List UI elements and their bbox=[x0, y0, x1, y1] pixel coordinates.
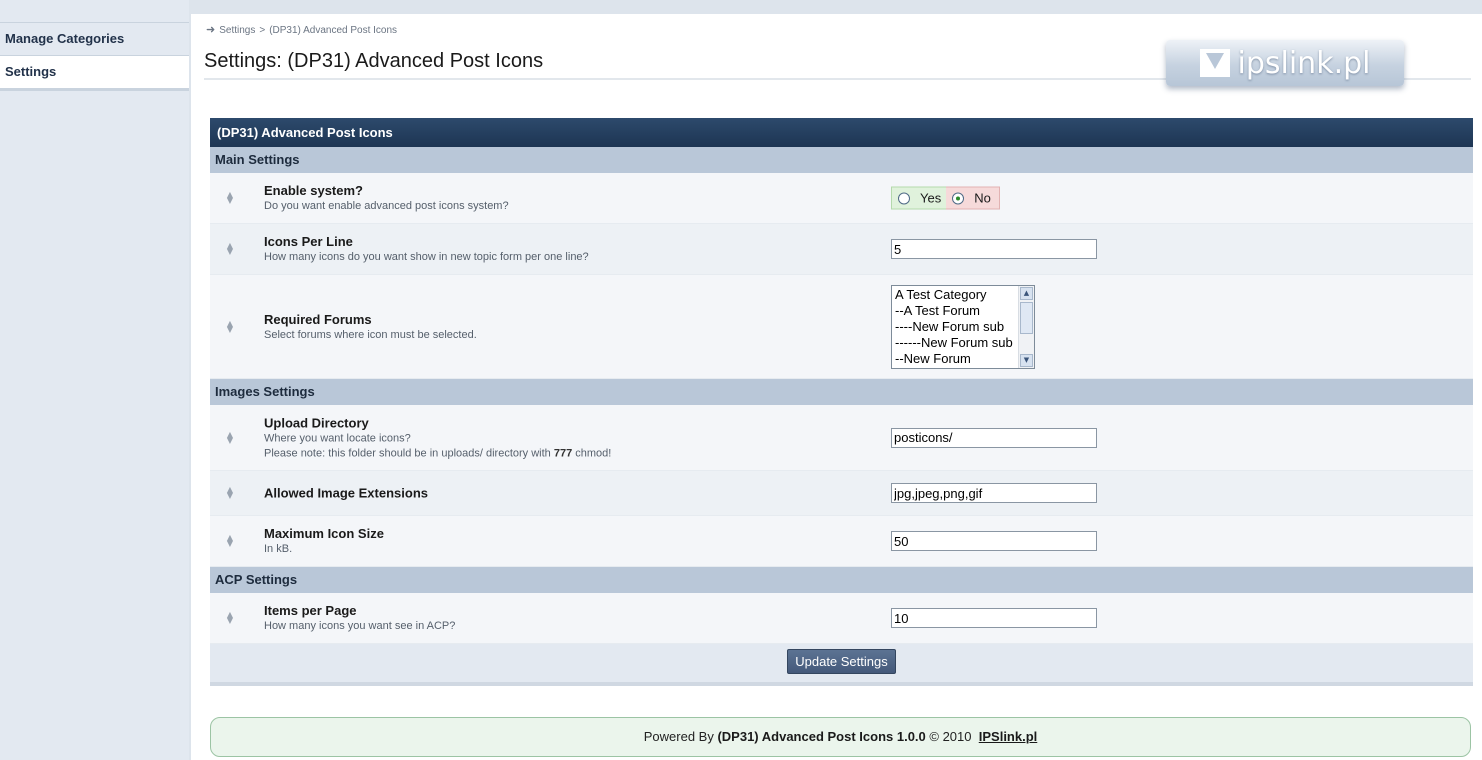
listbox-scrollbar[interactable]: ▲ ▼ bbox=[1018, 285, 1034, 368]
setting-title: Icons Per Line bbox=[264, 234, 353, 249]
powered-by-footer: Powered By (DP31) Advanced Post Icons 1.… bbox=[210, 717, 1471, 757]
copyright: © 2010 bbox=[929, 729, 972, 744]
yes-label: Yes bbox=[920, 190, 942, 206]
setting-label: Allowed Image Extensions bbox=[264, 486, 428, 501]
setting-description: How many icons do you want show in new t… bbox=[264, 251, 589, 263]
setting-row-items-per-page: ▲ ▼ Items per Page How many icons you wan… bbox=[210, 593, 1473, 644]
ipslink-link[interactable]: IPSlink.pl bbox=[979, 729, 1038, 744]
page-title: Settings: (DP31) Advanced Post Icons bbox=[204, 50, 544, 72]
setting-label: Upload Directory Where you want locate i… bbox=[264, 415, 611, 460]
product-name: (DP31) Advanced Post Icons 1.0.0 bbox=[717, 729, 926, 744]
items-per-page-input[interactable] bbox=[891, 608, 1097, 628]
icons-per-line-input[interactable] bbox=[891, 239, 1097, 259]
drag-handle-icon[interactable]: ▲ ▼ bbox=[225, 242, 235, 256]
enable-yes-option[interactable]: Yes bbox=[891, 186, 947, 210]
setting-row-allowed-extensions: ▲ ▼ Allowed Image Extensions bbox=[210, 471, 1473, 516]
sidebar: Manage Categories Settings bbox=[0, 0, 189, 760]
radio-no[interactable] bbox=[952, 192, 965, 204]
setting-description: In kB. bbox=[264, 543, 293, 555]
breadcrumb: ➜ Settings > (DP31) Advanced Post Icons bbox=[206, 23, 397, 36]
setting-label: Items per Page How many icons you want s… bbox=[264, 603, 455, 633]
update-settings-button[interactable]: Update Settings bbox=[787, 649, 896, 674]
breadcrumb-item-settings[interactable]: Settings bbox=[219, 25, 255, 36]
listbox-option[interactable]: ----New Forum sub bbox=[895, 319, 1031, 335]
setting-title: Enable system? bbox=[264, 183, 363, 198]
setting-label: Maximum Icon Size In kB. bbox=[264, 526, 384, 556]
logo-mark-icon bbox=[1199, 49, 1230, 77]
section-images-settings: Images Settings bbox=[210, 379, 1473, 405]
listbox-option[interactable]: --New Forum bbox=[895, 351, 1031, 367]
settings-panel: (DP31) Advanced Post Icons Main Settings… bbox=[210, 118, 1473, 686]
enable-no-option[interactable]: No bbox=[946, 186, 1000, 210]
setting-description: Select forums where icon must be selecte… bbox=[264, 328, 477, 341]
drag-handle-icon[interactable]: ▲ ▼ bbox=[225, 486, 235, 500]
setting-title: Upload Directory bbox=[264, 415, 369, 430]
section-main-settings: Main Settings bbox=[210, 147, 1473, 173]
sidebar-top-spacer bbox=[0, 0, 189, 23]
setting-title: Maximum Icon Size bbox=[264, 526, 384, 541]
listbox-option[interactable]: --A Test Forum bbox=[895, 303, 1031, 319]
logo-text: ipslink.pl bbox=[1237, 45, 1371, 81]
no-label: No bbox=[974, 190, 991, 206]
listbox-option[interactable]: ------New Forum sub bbox=[895, 335, 1031, 351]
drag-handle-icon[interactable]: ▲ ▼ bbox=[225, 430, 235, 444]
scroll-thumb[interactable] bbox=[1020, 301, 1033, 334]
sidebar-item-manage-categories[interactable]: Manage Categories bbox=[0, 23, 189, 56]
radio-yes[interactable] bbox=[898, 192, 910, 204]
brand-logo: ipslink.pl bbox=[1166, 40, 1404, 86]
allowed-extensions-input[interactable] bbox=[891, 483, 1097, 503]
listbox-option[interactable]: A Test Category bbox=[895, 287, 1031, 303]
scroll-up-icon[interactable]: ▲ bbox=[1020, 286, 1033, 300]
section-acp-settings: ACP Settings bbox=[210, 567, 1473, 593]
drag-handle-icon[interactable]: ▲ ▼ bbox=[225, 611, 235, 625]
setting-title: Items per Page bbox=[264, 603, 357, 618]
setting-row-enable: ▲ ▼ Enable system? Do you want enable adv… bbox=[210, 173, 1473, 224]
enable-yesno: Yes No bbox=[891, 186, 1000, 210]
setting-row-icons-per-line: ▲ ▼ Icons Per Line How many icons do you … bbox=[210, 224, 1473, 275]
setting-row-max-icon-size: ▲ ▼ Maximum Icon Size In kB. bbox=[210, 516, 1473, 567]
setting-title: Required Forums bbox=[264, 311, 372, 327]
breadcrumb-separator: > bbox=[259, 25, 266, 36]
setting-label: Required Forums Select forums where icon… bbox=[264, 312, 477, 342]
max-icon-size-input[interactable] bbox=[891, 531, 1097, 551]
sidebar-item-settings[interactable]: Settings bbox=[0, 56, 189, 91]
setting-label: Icons Per Line How many icons do you wan… bbox=[264, 234, 589, 264]
setting-description: Do you want enable advanced post icons s… bbox=[264, 200, 509, 212]
powered-by-label: Powered By bbox=[643, 729, 714, 744]
setting-row-required-forums: ▲ ▼ Required Forums Select forums where i… bbox=[210, 275, 1473, 379]
main-content: ➜ Settings > (DP31) Advanced Post Icons Set… bbox=[191, 14, 1482, 760]
breadcrumb-item-current: (DP31) Advanced Post Icons bbox=[269, 25, 398, 36]
form-actions: Update Settings bbox=[210, 644, 1473, 686]
arrow-right-icon: ➜ bbox=[206, 24, 216, 36]
drag-handle-icon[interactable]: ▲ ▼ bbox=[225, 319, 235, 333]
required-forums-listbox[interactable]: A Test Category --A Test Forum ----New F… bbox=[891, 284, 1035, 369]
setting-row-upload-directory: ▲ ▼ Upload Directory Where you want locat… bbox=[210, 405, 1473, 471]
setting-label: Enable system? Do you want enable advanc… bbox=[264, 183, 509, 213]
panel-title: (DP31) Advanced Post Icons bbox=[210, 118, 1473, 147]
setting-description: How many icons you want see in ACP? bbox=[264, 620, 456, 632]
setting-description: Where you want locate icons? bbox=[264, 432, 411, 444]
drag-handle-icon[interactable]: ▲ ▼ bbox=[225, 191, 235, 205]
drag-handle-icon[interactable]: ▲ ▼ bbox=[225, 534, 235, 548]
setting-title: Allowed Image Extensions bbox=[264, 485, 428, 501]
setting-note: Please note: this folder should be in up… bbox=[264, 447, 612, 459]
upload-directory-input[interactable] bbox=[891, 427, 1097, 448]
scroll-down-icon[interactable]: ▼ bbox=[1020, 353, 1033, 367]
